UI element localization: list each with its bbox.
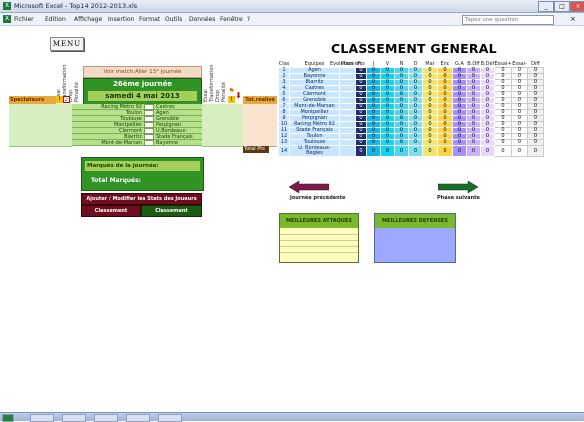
stat-value: 0	[408, 145, 423, 157]
stat-value: 0	[366, 145, 381, 157]
menu-affichage[interactable]: Affichage	[74, 16, 102, 23]
stat-value: 0	[480, 145, 495, 157]
menu-format[interactable]: Format	[139, 16, 160, 23]
best-defenses-header: MEILLEURES DEFENSES	[375, 214, 455, 228]
marques-panel: Marqués de la journée: Total Marqués:	[81, 157, 204, 191]
menu-button[interactable]: MENU	[50, 37, 84, 51]
spectateurs-cell[interactable]	[9, 140, 72, 147]
voir-match-aller-button[interactable]: Voir match Aller 13° journée	[83, 66, 202, 78]
stat-value: 0	[493, 145, 513, 157]
stat-value: 0	[466, 145, 481, 157]
stat-value: 0	[380, 145, 395, 157]
divider	[280, 234, 358, 235]
best-defenses-panel: MEILLEURES DEFENSES	[374, 213, 456, 263]
divider	[280, 240, 358, 241]
marques-journee-label: Marqués de la journée:	[85, 161, 200, 171]
help-search-input[interactable]: Tapez une question	[462, 15, 554, 25]
close-button[interactable]: ×	[570, 1, 584, 12]
stat-value: 0	[394, 145, 409, 157]
checkbox-icon[interactable]: ✓	[63, 96, 70, 104]
classement-marqueurs-button[interactable]: Classement Marqueurs	[81, 205, 141, 224]
menu-fichier[interactable]: Fichier	[14, 16, 34, 23]
team-name: U. Bordeaux-Bègles	[289, 145, 340, 157]
journee-panel: 26ème journée samedi 4 mai 2013	[83, 78, 202, 105]
classement-realisateurs-button[interactable]: Classement Réalisateurs	[141, 205, 202, 224]
total-pts-label: Total Pts	[243, 146, 269, 153]
match-grid: Racing Métro 92 Castres Toulon Agen Toul…	[9, 104, 277, 147]
restore-button[interactable]: □	[554, 1, 570, 12]
journee-precedente-label[interactable]: Journée précédente	[290, 195, 346, 201]
ranking-body: 1 Agen 0 0 0 0 0 0 0 0 0 0 0 0 0 2 Bayonne 0 0 0 0 0 0 0 0 0 0 0 0 0 3…	[278, 67, 545, 157]
menu-donnees[interactable]: Données	[189, 16, 215, 23]
ranking-row: 14 U. Bordeaux-Bègles 0 0 0 0 0 0 0 0 0 0 0 0 0	[278, 145, 545, 157]
journee-title: 26ème journée	[112, 80, 173, 88]
match-row: Mont-de-Marsan Bayonne	[9, 140, 277, 147]
menu-insertion[interactable]: Insertion	[108, 16, 134, 23]
classement-title: CLASSEMENT GENERAL	[331, 41, 497, 56]
spectateurs-header: Spectateurs	[9, 96, 56, 104]
warning-icon-right[interactable]: !	[228, 96, 235, 103]
best-attacks-header: MEILLEURES ATTAQUES	[280, 214, 358, 228]
divider	[280, 246, 358, 247]
total-marques-label: Total Marqués:	[91, 177, 142, 184]
col-penalite-left: Pénalité	[74, 82, 80, 102]
stat-value: 0	[437, 145, 453, 157]
arrow-right-icon[interactable]	[438, 181, 478, 193]
score-home[interactable]	[144, 140, 154, 146]
workbook-icon[interactable]: X	[3, 15, 11, 23]
stat-value: 0	[422, 145, 438, 157]
arrow-down-icon[interactable]: ⬇	[235, 92, 242, 100]
minimize-button[interactable]: _	[538, 1, 554, 12]
total-realise-header: Tot.réalisé Pts	[243, 96, 277, 111]
stat-value: 0	[527, 145, 545, 157]
menu-fenetre[interactable]: Fenêtre	[220, 16, 243, 23]
taskbar-item[interactable]	[158, 414, 182, 422]
ranking-col-header: Place	[340, 61, 355, 67]
menu-edition[interactable]: Edition	[45, 16, 66, 23]
start-button[interactable]	[2, 414, 14, 422]
taskbar-item[interactable]	[94, 414, 118, 422]
taskbar-item[interactable]	[30, 414, 54, 422]
divider	[280, 252, 358, 253]
home-team: Mont-de-Marsan	[72, 140, 144, 146]
workbook-close-icon[interactable]: ×	[570, 15, 576, 23]
taskbar-item[interactable]	[62, 414, 86, 422]
window-title: Microsoft Excel - Top14 2012-2013.xls	[14, 2, 138, 10]
stats-cell[interactable]	[202, 140, 243, 147]
col-penalite-right: Pénalité	[221, 82, 227, 102]
ranking-table: Clas Equipes Place Pts J V N D Mar Enc G.A B.Off B.D…	[278, 61, 575, 157]
warning-icon[interactable]: !	[56, 96, 63, 103]
arrow-left-icon[interactable]	[289, 181, 329, 193]
stat-value: 0	[511, 145, 529, 157]
stat-value: 0	[355, 145, 367, 157]
rank-position: 14	[278, 145, 290, 157]
ajouter-stats-button[interactable]: Ajouter / Modifier les Stats des Joueurs	[81, 193, 202, 205]
place-evolution	[339, 145, 356, 157]
best-attacks-panel: MEILLEURES ATTAQUES	[279, 213, 359, 263]
flag-icon: ⚑	[228, 87, 235, 95]
menu-help[interactable]: ?	[247, 16, 250, 23]
taskbar-item[interactable]	[126, 414, 150, 422]
excel-app-icon[interactable]: X	[3, 2, 11, 10]
menu-outils[interactable]: Outils	[165, 16, 182, 23]
journee-date: samedi 4 mai 2013	[88, 91, 197, 101]
away-team: Bayonne	[154, 140, 202, 146]
title-bar: X Microsoft Excel - Top14 2012-2013.xls …	[0, 0, 584, 13]
phase-suivante-label[interactable]: Phase suivante	[437, 195, 480, 201]
stat-value: 0	[452, 145, 467, 157]
